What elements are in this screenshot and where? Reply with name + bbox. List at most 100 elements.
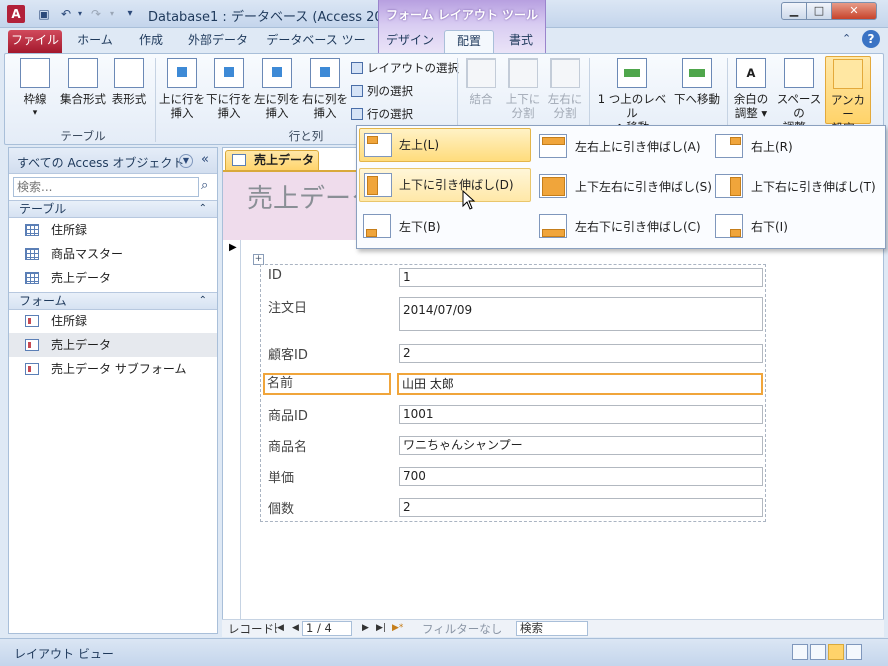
tab-home[interactable]: ホーム <box>70 30 120 53</box>
previous-record-icon[interactable]: ◀ <box>292 623 299 633</box>
search-icon[interactable]: ⌕ <box>201 178 208 193</box>
nav-form-item[interactable]: 住所録 <box>9 309 217 333</box>
shutter-bar-close-icon[interactable]: « <box>201 152 209 167</box>
field-value[interactable]: 2 <box>399 498 763 517</box>
anchor-top-right-icon <box>715 134 743 158</box>
table-icon <box>25 272 39 284</box>
ribbon-collapse-icon[interactable]: ⌃ <box>842 32 851 45</box>
field-value[interactable]: 2 <box>399 344 763 363</box>
field-value[interactable]: 1 <box>399 268 763 287</box>
insert-above-button[interactable]: 上に行を 挿入 <box>159 58 205 120</box>
stacked-icon <box>68 58 98 88</box>
insert-below-icon <box>214 58 244 88</box>
tab-format[interactable]: 書式 <box>498 30 544 53</box>
layout-view-icon[interactable] <box>828 644 844 660</box>
field-value[interactable]: 1001 <box>399 405 763 424</box>
tab-arrange[interactable]: 配置 <box>444 30 494 53</box>
field-label[interactable]: ID <box>267 268 282 283</box>
nav-form-item[interactable]: 売上データ <box>9 333 217 357</box>
insert-below-button[interactable]: 下に行を 挿入 <box>205 58 253 120</box>
insert-left-button[interactable]: 左に列を 挿入 <box>253 58 301 120</box>
field-label[interactable]: 商品ID <box>267 405 308 424</box>
anchoring-icon <box>833 59 863 89</box>
anchor-stretch-across-bottom-item[interactable]: 左右下に引き伸ばし(C) <box>535 210 707 244</box>
tabular-icon <box>114 58 144 88</box>
chevron-up-icon: ⌃ <box>198 203 207 214</box>
first-record-icon[interactable]: |◀ <box>274 623 284 633</box>
field-value[interactable]: 2014/07/09 <box>399 297 763 331</box>
mouse-pointer-icon <box>462 190 476 210</box>
tab-create[interactable]: 作成 <box>126 30 176 53</box>
record-search-input[interactable]: 検索 <box>516 621 588 636</box>
window-title: Database1 : データベース (Access 200... <box>148 10 404 25</box>
field-value[interactable]: ワニちゃんシャンプー <box>399 436 763 455</box>
document-tab[interactable]: 売上データ <box>225 150 319 171</box>
split-horizontal-button: 左右に 分割 <box>545 58 585 120</box>
close-button[interactable]: ✕ <box>831 2 877 20</box>
select-row-icon <box>351 108 363 120</box>
maximize-button[interactable]: □ <box>806 2 832 20</box>
anchor-top-right-item[interactable]: 右上(R) <box>711 130 883 164</box>
anchor-stretch-down-item[interactable]: 上下に引き伸ばし(D) <box>359 168 531 202</box>
tab-database-tools[interactable]: データベース ツール <box>262 30 370 68</box>
tab-external-data[interactable]: 外部データ <box>182 30 254 53</box>
tab-file[interactable]: ファイル <box>8 30 62 53</box>
field-value[interactable]: 700 <box>399 467 763 486</box>
new-record-icon[interactable]: ▶* <box>392 623 403 633</box>
form-view-icon[interactable] <box>792 644 808 660</box>
next-record-icon[interactable]: ▶ <box>362 623 369 633</box>
nav-table-item[interactable]: 商品マスター <box>9 242 217 266</box>
filter-status[interactable]: フィルターなし <box>422 621 502 637</box>
gridlines-button[interactable]: 枠線 ▾ <box>13 58 57 120</box>
anchor-stretch-down-across-item[interactable]: 上下左右に引き伸ばし(S) <box>535 170 712 204</box>
chevron-up-icon: ⌃ <box>198 295 207 306</box>
datasheet-view-icon[interactable] <box>810 644 826 660</box>
undo-dropdown-icon[interactable]: ▾ <box>72 6 88 22</box>
select-row-button[interactable]: 行の選択 <box>351 106 413 122</box>
minimize-button[interactable]: ▁ <box>781 2 807 20</box>
nav-group-forms[interactable]: フォーム ⌃ <box>9 292 217 310</box>
nav-table-item[interactable]: 売上データ <box>9 266 217 290</box>
nav-form-item[interactable]: 売上データ サブフォーム <box>9 357 217 381</box>
save-icon[interactable]: ▣ <box>36 6 52 22</box>
record-selector[interactable]: ▶ <box>223 240 241 620</box>
tabular-button[interactable]: 表形式 <box>109 58 149 106</box>
field-value-selected[interactable]: 山田 太郎 <box>397 373 763 395</box>
anchor-stretch-down-right-item[interactable]: 上下右に引き伸ばし(T) <box>711 170 883 204</box>
stacked-button[interactable]: 集合形式 <box>57 58 109 106</box>
anchor-top-left-item[interactable]: 左上(L) <box>359 128 531 162</box>
nav-dropdown-icon[interactable]: ▼ <box>179 154 193 168</box>
insert-right-button[interactable]: 右に列を 挿入 <box>301 58 349 120</box>
anchor-stretch-across-top-item[interactable]: 左右上に引き伸ばし(A) <box>535 130 707 164</box>
tab-design[interactable]: デザイン <box>382 30 438 53</box>
last-record-icon[interactable]: ▶| <box>376 623 386 633</box>
control-padding-button[interactable]: スペースの 調整 ▾ <box>773 58 825 134</box>
field-label[interactable]: 単価 <box>267 467 294 486</box>
field-label[interactable]: 個数 <box>267 498 294 517</box>
move-down-button[interactable]: 下へ移動 <box>671 58 723 106</box>
field-label[interactable]: 注文日 <box>267 297 307 316</box>
access-app-icon[interactable]: A <box>7 5 25 23</box>
customize-qat-icon[interactable]: ▾ <box>122 6 138 22</box>
merge-icon <box>466 58 496 88</box>
nav-table-item[interactable]: 住所録 <box>9 218 217 242</box>
context-tool-label: フォーム レイアウト ツール <box>386 8 538 22</box>
field-label-selected[interactable]: 名前 <box>263 373 391 395</box>
anchor-bottom-right-item[interactable]: 右下(I) <box>711 210 883 244</box>
select-layout-button[interactable]: レイアウトの選択 <box>351 60 459 76</box>
status-text: レイアウト ビュー <box>14 647 114 661</box>
design-view-icon[interactable] <box>846 644 862 660</box>
nav-group-tables[interactable]: テーブル ⌃ <box>9 200 217 218</box>
control-margins-button[interactable]: A 余白の 調整 ▾ <box>731 58 771 120</box>
anchoring-button[interactable]: アンカー 設定 ▾ <box>825 56 871 135</box>
form-layout: ID 1 注文日 2014/07/09 顧客ID 2 名前 山田 太郎 商品ID… <box>260 264 766 522</box>
field-label[interactable]: 商品名 <box>267 436 307 455</box>
help-icon[interactable]: ? <box>862 30 880 48</box>
select-column-button[interactable]: 列の選択 <box>351 83 413 99</box>
move-up-button[interactable]: 1 つ上のレベル へ移動 <box>593 58 671 134</box>
anchor-bottom-left-item[interactable]: 左下(B) <box>359 210 531 244</box>
field-label[interactable]: 顧客ID <box>267 344 308 363</box>
nav-pane-header[interactable]: すべての Access オブジェクト ▼ « <box>9 148 217 174</box>
current-record-input[interactable]: 1 / 4 <box>302 621 352 636</box>
nav-search-input[interactable] <box>13 177 199 197</box>
